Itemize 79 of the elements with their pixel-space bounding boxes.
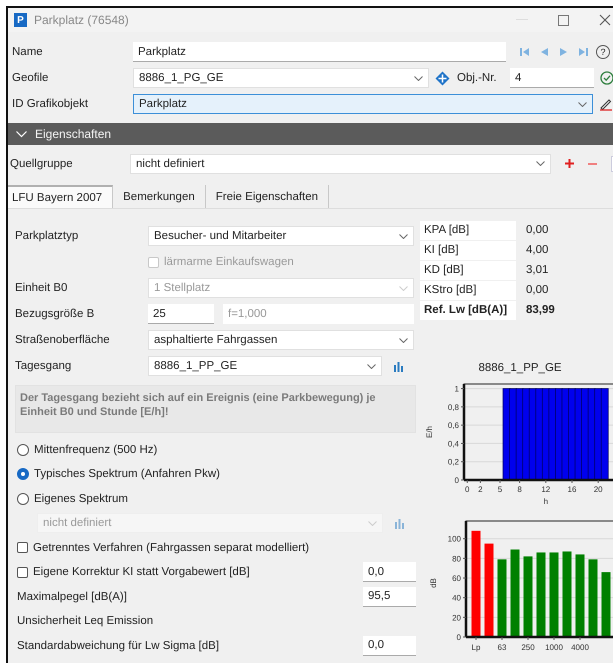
checkbox-label: Eigene Korrektur KI statt Vorgabewert [dB] — [33, 566, 250, 578]
input-field[interactable]: 95,5 — [363, 586, 416, 606]
tab[interactable]: Freie Eigenschaften — [206, 185, 330, 208]
info-note: Der Tagesgang bezieht sich auf ein Ereignis (eine Parkbewegung) je Einheit B0 und Stunde [E/h]! — [15, 385, 416, 433]
field-label: Obj.-Nr. — [457, 72, 498, 84]
geofile-select[interactable]: 8886_1_PG_GE — [133, 68, 429, 88]
chart-title: 8886_1_PP_GE — [477, 362, 563, 376]
field-label: Bezugsgröße B — [15, 308, 96, 320]
field-label: Parkplatztyp — [15, 230, 80, 242]
object-number-field[interactable]: 4 — [510, 68, 594, 88]
field-label: ID Grafikobjekt — [12, 98, 90, 110]
dropdown[interactable]: Besucher- und Mitarbeiter — [148, 226, 414, 246]
axis-tick-label: 2 — [478, 485, 483, 494]
axis-tick-label: 60 — [452, 574, 461, 584]
name-field[interactable]: Parkplatz — [133, 42, 506, 62]
app-icon: P — [14, 13, 27, 27]
source-group-select[interactable]: nicht definiert — [130, 154, 551, 174]
field-label: Standardabweichung für Lw Sigma [dB] — [17, 640, 220, 652]
axis-tick-label: 250 — [521, 643, 535, 652]
radio-label: Mittenfrequenz (500 Hz) — [34, 444, 158, 456]
axis-tick-label: 40 — [452, 594, 461, 603]
axis-title: h — [544, 497, 548, 506]
help-button[interactable]: ? — [596, 45, 610, 59]
field-label: Geofile — [12, 72, 50, 84]
axis-tick-label: 4000 — [571, 643, 589, 652]
input-field[interactable]: 25 — [148, 304, 214, 324]
axis-tick-label: 0,8 — [448, 402, 459, 412]
field-label: Tagesgang — [15, 360, 72, 372]
factor-label: KD [dB] — [420, 260, 516, 280]
factor-field: f=1,000 — [223, 304, 414, 324]
field-label: Maximalpegel [dB(A)] — [17, 590, 127, 602]
axis-tick-label: 0 — [456, 633, 461, 642]
field-label: Quellgruppe — [9, 158, 74, 170]
axis-tick-label: 1000 — [545, 643, 563, 652]
axis-tick-label: 16 — [568, 485, 576, 494]
factor-label: KPA [dB] — [420, 220, 516, 240]
input-field[interactable]: 0,0 — [363, 562, 416, 582]
checkbox-label: Getrenntes Verfahren (Fahrgassen separat modelliert) — [33, 542, 310, 554]
dropdown[interactable]: asphaltierte Fahrgassen — [148, 330, 414, 350]
axis-tick-label: 0 — [465, 485, 470, 494]
graphic-object-select[interactable]: Parkplatz — [133, 94, 593, 114]
factor-value: 0,00 — [526, 224, 548, 236]
factor-label: Ref. Lw [dB(A)] — [420, 300, 516, 320]
axis-tick-label: 5 — [498, 485, 502, 494]
axis-tick-label: 0,2 — [448, 458, 459, 467]
field-label: Name — [12, 46, 44, 58]
axis-title: dB — [429, 578, 438, 588]
factor-value: 4,00 — [526, 244, 548, 256]
axis-tick-label: 8 — [517, 485, 522, 494]
axis-tick-label: 20 — [594, 485, 603, 494]
factor-value: 83,99 — [526, 304, 555, 316]
tab[interactable]: Bemerkungen — [113, 185, 206, 208]
factor-value: 0,00 — [526, 284, 548, 296]
axis-tick-label: 100 — [448, 534, 461, 544]
section-title: Eigenschaften — [35, 127, 112, 141]
axis-tick-label: 20 — [452, 613, 461, 622]
axis-title: E/h — [425, 426, 434, 438]
field-label: Einheit B0 — [15, 282, 68, 294]
factor-label: KStro [dB] — [420, 280, 516, 300]
axis-tick-label: Lp — [472, 643, 480, 652]
dropdown[interactable]: 8886_1_PP_GE — [148, 356, 382, 376]
axis-tick-label: 80 — [452, 554, 461, 564]
factor-label: KI [dB] — [420, 240, 516, 260]
section-header[interactable]: Eigenschaften — [8, 123, 613, 145]
group-heading: Unsicherheit Leq Emission — [17, 615, 154, 627]
factor-value: 3,01 — [526, 264, 548, 276]
axis-tick-label: 12 — [541, 485, 550, 494]
axis-tick-label: 0,4 — [448, 439, 459, 448]
axis-tick-label: 1 — [454, 384, 459, 394]
axis-tick-label: 0 — [454, 476, 459, 485]
field-label: Straßenoberfläche — [15, 334, 111, 346]
checkbox-label: lärmarme Einkaufswagen — [164, 256, 294, 268]
radio-label: Typisches Spektrum (Anfahren Pkw) — [34, 468, 220, 480]
input-field[interactable]: 0,0 — [363, 636, 416, 656]
axis-tick-label: 63 — [498, 643, 506, 652]
radio-label: Eigenes Spektrum — [34, 492, 128, 504]
axis-tick-label: 0,6 — [448, 421, 459, 430]
tab[interactable]: LFU Bayern 2007 — [8, 185, 114, 208]
window-title: Parkplatz (76548) — [34, 13, 129, 27]
